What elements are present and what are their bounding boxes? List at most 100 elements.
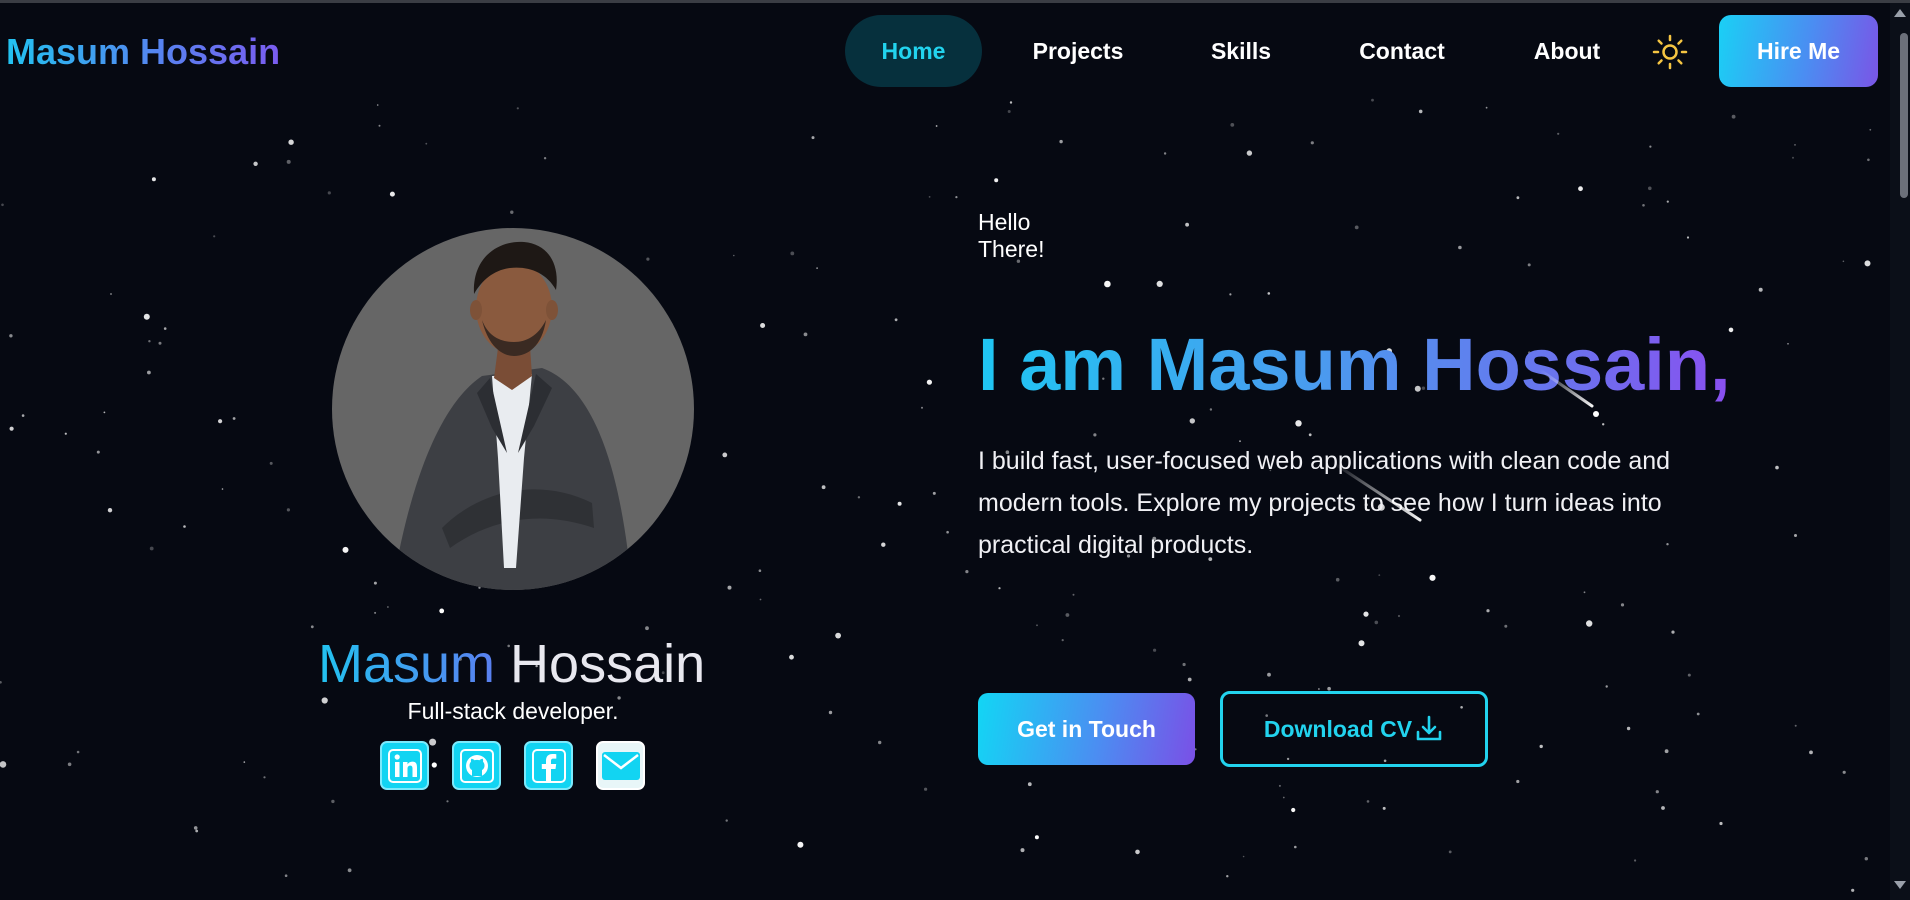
download-cv-button[interactable]: Download CV <box>1220 691 1488 767</box>
star <box>1104 280 1111 288</box>
theme-toggle-button[interactable] <box>1652 34 1688 70</box>
main-nav: Home Projects Skills Contact About <box>845 15 1638 87</box>
star <box>446 800 449 803</box>
star <box>1230 123 1235 127</box>
star <box>725 819 728 822</box>
star <box>284 874 288 877</box>
nav-projects[interactable]: Projects <box>982 15 1174 87</box>
star <box>1363 611 1369 617</box>
nav-contact[interactable]: Contact <box>1308 15 1496 87</box>
star <box>1671 630 1675 634</box>
star <box>1135 849 1140 855</box>
star <box>1864 857 1869 861</box>
star <box>286 508 290 512</box>
star <box>1666 200 1669 203</box>
star <box>1378 574 1381 576</box>
star <box>183 525 186 528</box>
scroll-thumb[interactable] <box>1900 33 1908 198</box>
star <box>821 485 826 490</box>
star <box>1059 139 1063 144</box>
star <box>1527 263 1531 267</box>
get-in-touch-button[interactable]: Get in Touch <box>978 693 1195 765</box>
star <box>1504 624 1508 628</box>
star <box>1065 613 1070 617</box>
nav-home[interactable]: Home <box>845 15 982 87</box>
linkedin-icon <box>387 748 422 783</box>
hero-bio: I build fast, user-focused web applicati… <box>978 447 1671 559</box>
star <box>331 799 335 804</box>
star <box>1291 807 1296 813</box>
star <box>1486 609 1490 613</box>
star <box>1294 845 1297 849</box>
star <box>1374 620 1379 625</box>
star <box>1664 749 1669 754</box>
star <box>722 452 728 458</box>
scroll-up-arrow-icon[interactable] <box>1894 9 1906 17</box>
star <box>1429 574 1436 581</box>
portrait-photo <box>392 241 632 590</box>
star <box>1642 204 1645 207</box>
star <box>327 191 331 195</box>
star <box>143 313 150 320</box>
email-link[interactable] <box>596 741 645 790</box>
star <box>924 787 928 791</box>
star <box>1583 591 1586 594</box>
star <box>376 104 379 106</box>
star <box>926 379 933 385</box>
star <box>1034 835 1039 840</box>
star <box>1851 888 1855 892</box>
star <box>193 826 198 830</box>
star <box>1794 534 1797 537</box>
facebook-link[interactable] <box>524 741 573 790</box>
window-top-border <box>0 0 1910 3</box>
scroll-down-arrow-icon[interactable] <box>1894 881 1906 889</box>
star <box>1648 186 1652 191</box>
star <box>1007 110 1011 113</box>
star <box>803 332 808 337</box>
profile-name: Masum Hossain <box>318 633 705 695</box>
star <box>21 414 25 417</box>
star <box>1282 796 1285 799</box>
star <box>733 254 735 257</box>
linkedin-link[interactable] <box>380 741 429 790</box>
star <box>897 501 902 506</box>
star <box>1072 593 1075 596</box>
star <box>516 107 519 110</box>
star <box>1620 603 1625 607</box>
star <box>1229 293 1232 296</box>
star <box>110 293 112 295</box>
star <box>151 177 156 182</box>
star <box>1578 186 1583 192</box>
github-link[interactable] <box>452 741 501 790</box>
star <box>378 124 381 127</box>
star <box>439 608 445 614</box>
star <box>0 681 2 684</box>
star <box>881 542 886 547</box>
star <box>759 598 762 601</box>
hire-me-button[interactable]: Hire Me <box>1719 15 1878 87</box>
star <box>1187 677 1192 682</box>
star <box>1809 750 1813 755</box>
site-logo[interactable]: Masum Hossain <box>6 31 280 73</box>
star <box>1027 782 1032 787</box>
star <box>342 546 349 553</box>
star <box>213 235 216 238</box>
scrollbar[interactable] <box>1890 3 1910 900</box>
star <box>1061 639 1064 642</box>
star <box>1153 648 1157 652</box>
star <box>9 334 13 338</box>
download-icon <box>1416 715 1442 741</box>
star <box>789 654 794 660</box>
nav-about[interactable]: About <box>1496 15 1638 87</box>
sun-icon <box>1652 34 1688 70</box>
star <box>1310 141 1314 145</box>
star <box>1418 109 1423 114</box>
page: Masum Hossain Home Projects Skills Conta… <box>0 0 1910 900</box>
nav-skills[interactable]: Skills <box>1174 15 1308 87</box>
star <box>1308 433 1312 437</box>
star <box>1163 152 1167 155</box>
star <box>1539 744 1543 749</box>
star <box>163 327 167 330</box>
star <box>1485 106 1488 109</box>
site-header: Masum Hossain Home Projects Skills Conta… <box>0 3 1890 99</box>
